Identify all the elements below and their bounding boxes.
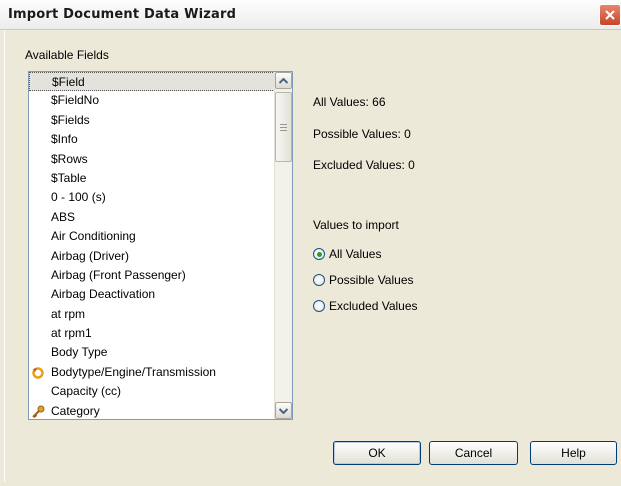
scroll-up-button[interactable] [275,72,292,89]
help-button[interactable]: Help [530,441,617,465]
available-fields-label: Available Fields [25,48,109,62]
list-item[interactable]: Air Conditioning [29,227,275,246]
radio-possible-values[interactable]: Possible Values [313,272,414,288]
radio-button[interactable] [313,274,325,286]
grip-icon [280,123,287,131]
list-item-label: at rpm1 [51,326,92,341]
list-item-label: $Table [51,170,87,185]
list-item[interactable]: Airbag Deactivation [29,285,275,304]
list-item[interactable]: $FieldNo [29,91,275,110]
cancel-button[interactable]: Cancel [429,441,518,465]
chevron-down-icon [279,407,288,414]
list-item[interactable]: $Info [29,130,275,149]
list-item-label: Bodytype/Engine/Transmission [51,364,216,379]
list-item-label: Airbag (Driver) [51,248,130,263]
vertical-scrollbar[interactable] [274,72,292,419]
radio-all-values-label: All Values [329,247,382,261]
radio-button[interactable] [313,300,325,312]
list-item-label: Capacity (cc) [51,384,122,399]
list-item-label: $Info [51,132,78,147]
radio-possible-values-label: Possible Values [329,273,414,287]
list-item[interactable]: at rpm1 [29,324,275,343]
ok-button[interactable]: OK [333,441,421,465]
window-title: Import Document Data Wizard [8,7,237,22]
list-item-label: 0 - 100 (s) [51,190,106,205]
list-item-label: $Rows [51,151,88,166]
list-item[interactable]: Body Type [29,343,275,362]
radio-excluded-values[interactable]: Excluded Values [313,298,418,314]
list-item-label: $Fields [51,112,90,127]
list-item-label: Airbag Deactivation [51,287,156,302]
list-item[interactable]: $Fields [29,111,275,130]
possible-values-count: Possible Values: 0 [313,127,411,141]
list-item[interactable]: $Rows [29,150,275,169]
radio-checked-dot [316,251,322,257]
values-to-import-label: Values to import [313,218,399,232]
list-item-label: Airbag (Front Passenger) [51,267,186,282]
list-item[interactable]: $Table [29,169,275,188]
cycle-icon [31,366,45,380]
list-item[interactable]: $Field [29,72,275,92]
scroll-down-button[interactable] [275,402,292,419]
list-item-label: ABS [51,209,76,224]
field-list: $Field $FieldNo $Fields $Info $Rows $Table 0 -… [29,72,275,419]
list-item[interactable]: at rpm [29,305,275,324]
key-icon [31,405,45,419]
list-item[interactable]: Airbag (Driver) [29,247,275,266]
close-button[interactable] [599,4,621,26]
radio-all-values[interactable]: All Values [313,246,381,262]
list-item-label: $FieldNo [51,93,100,108]
scrollbar-thumb[interactable] [275,92,292,162]
list-item-label: $Field [52,75,85,89]
title-bar[interactable]: Import Document Data Wizard [0,0,621,30]
list-item[interactable]: Category [29,402,275,419]
list-item[interactable]: Bodytype/Engine/Transmission [29,363,275,382]
all-values-count: All Values: 66 [313,95,386,109]
radio-button[interactable] [313,248,325,260]
list-item[interactable]: Airbag (Front Passenger) [29,266,275,285]
list-item[interactable]: Capacity (cc) [29,382,275,401]
list-item-label: Air Conditioning [51,229,136,244]
list-item[interactable]: 0 - 100 (s) [29,188,275,207]
list-item-label: at rpm [51,306,86,321]
available-fields-list[interactable]: $Field $FieldNo $Fields $Info $Rows $Table 0 -… [28,71,293,420]
chevron-up-icon [279,77,288,84]
list-item[interactable]: ABS [29,208,275,227]
radio-excluded-values-label: Excluded Values [329,299,418,313]
close-icon [605,10,615,20]
list-item-label: Body Type [51,345,108,360]
excluded-values-count: Excluded Values: 0 [313,158,415,172]
list-item-label: Category [51,403,100,418]
